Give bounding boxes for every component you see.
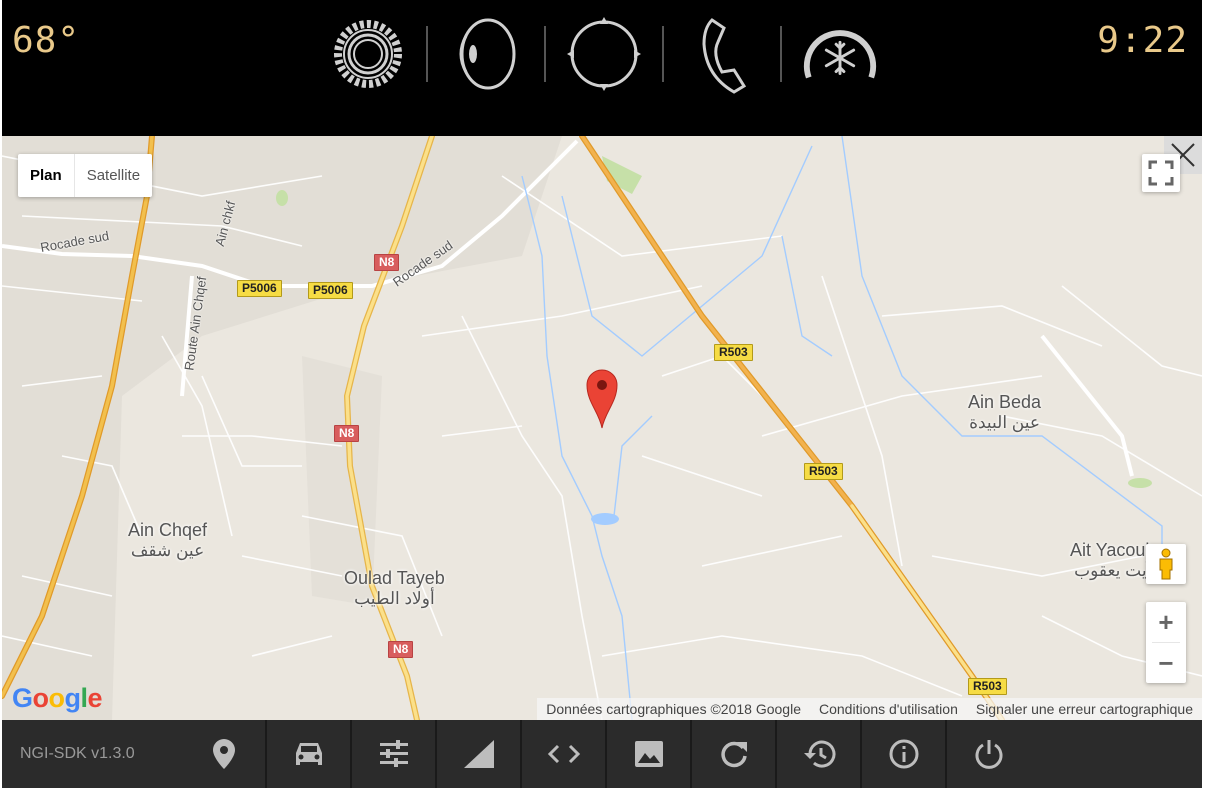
location-marker-icon[interactable] — [585, 368, 619, 430]
car-icon — [295, 743, 322, 765]
zoom-control: + − — [1146, 602, 1186, 683]
tune-sliders-icon — [379, 740, 408, 767]
settings-gear-icon[interactable] — [327, 14, 409, 94]
map-data-credit: Données cartographiques ©2018 Google — [546, 701, 801, 717]
place-name: Ain Beda — [968, 392, 1042, 412]
map-attribution: Données cartographiques ©2018 Google Con… — [537, 698, 1202, 720]
divider — [780, 26, 782, 82]
divider — [662, 26, 664, 82]
map-type-control: Plan Satellite — [18, 154, 153, 197]
info-icon — [889, 739, 918, 769]
temperature-readout: 68° — [12, 20, 81, 61]
place-name-arabic: آيت يعقوب — [1074, 561, 1152, 580]
refresh-icon — [720, 741, 747, 768]
road-shield: P5006 — [237, 280, 282, 297]
signal-button[interactable] — [435, 720, 520, 788]
settings-sliders-button[interactable] — [350, 720, 435, 788]
top-icon-row — [327, 14, 881, 94]
map-type-plan-button[interactable]: Plan — [18, 154, 75, 197]
power-icon — [975, 740, 1002, 769]
audio-speaker-icon[interactable] — [445, 14, 527, 94]
place-label: Ain Chqef عين شقف — [128, 520, 207, 560]
road-shield: R503 — [968, 678, 1007, 695]
place-label: Ain Beda عين البيدة — [968, 392, 1041, 432]
signal-icon — [463, 740, 494, 768]
location-button[interactable] — [182, 720, 265, 788]
power-button[interactable] — [945, 720, 1030, 788]
street-view-button[interactable] — [1146, 544, 1186, 584]
zoom-out-button[interactable]: − — [1146, 643, 1186, 683]
road-shield: N8 — [388, 641, 414, 658]
bottom-toolbar: NGI-SDK v1.3.0 — [2, 720, 1202, 788]
sdk-version: NGI-SDK v1.3.0 — [20, 745, 135, 762]
place-label: Ait Yacoub آيت يعقوب — [1070, 540, 1155, 580]
place-name-arabic: عين شقف — [130, 541, 205, 560]
location-pin-icon — [212, 739, 235, 769]
place-name: Ait Yacoub — [1070, 540, 1156, 560]
place-name: Oulad Tayeb — [344, 568, 445, 588]
report-error-link[interactable]: Signaler une erreur cartographique — [967, 698, 1202, 720]
refresh-button[interactable] — [690, 720, 775, 788]
divider — [544, 26, 546, 82]
place-name-arabic: أولاد الطيب — [354, 589, 435, 608]
code-icon — [547, 744, 580, 764]
top-status-bar: 68° 9:22 — [2, 0, 1202, 136]
fullscreen-button[interactable] — [1142, 154, 1180, 192]
google-logo[interactable]: Google — [12, 683, 103, 714]
clock-readout: 9:22 — [1097, 20, 1188, 61]
place-name: Ain Chqef — [128, 520, 208, 540]
image-button[interactable] — [605, 720, 690, 788]
climate-fan-icon[interactable] — [799, 14, 881, 94]
history-icon — [803, 740, 835, 768]
road-shield: N8 — [374, 254, 400, 271]
history-button[interactable] — [775, 720, 860, 788]
phone-icon[interactable] — [681, 14, 763, 94]
vehicle-button[interactable] — [265, 720, 350, 788]
info-button[interactable] — [860, 720, 945, 788]
fullscreen-icon — [1148, 160, 1174, 186]
road-shield: R503 — [714, 344, 753, 361]
road-shield: R503 — [804, 463, 843, 480]
terms-of-use-link[interactable]: Conditions d'utilisation — [810, 698, 967, 720]
toolbar-buttons — [182, 720, 1030, 788]
app-frame: 68° 9:22 Rocade sud Rocade sud Ain chkf … — [2, 0, 1202, 788]
map-type-satellite-button[interactable]: Satellite — [75, 154, 152, 197]
place-name-arabic: عين البيدة — [969, 413, 1040, 432]
road-shield: N8 — [334, 425, 360, 442]
image-icon — [634, 741, 663, 767]
place-label: Oulad Tayeb أولاد الطيب — [344, 568, 445, 608]
code-button[interactable] — [520, 720, 605, 788]
divider — [426, 26, 428, 82]
navigation-compass-icon[interactable] — [563, 14, 645, 94]
map-view[interactable]: Rocade sud Rocade sud Ain chkf Route Ain… — [2, 136, 1202, 720]
pegman-icon — [1159, 548, 1173, 580]
road-shield: P5006 — [308, 282, 353, 299]
zoom-in-button[interactable]: + — [1146, 602, 1186, 642]
